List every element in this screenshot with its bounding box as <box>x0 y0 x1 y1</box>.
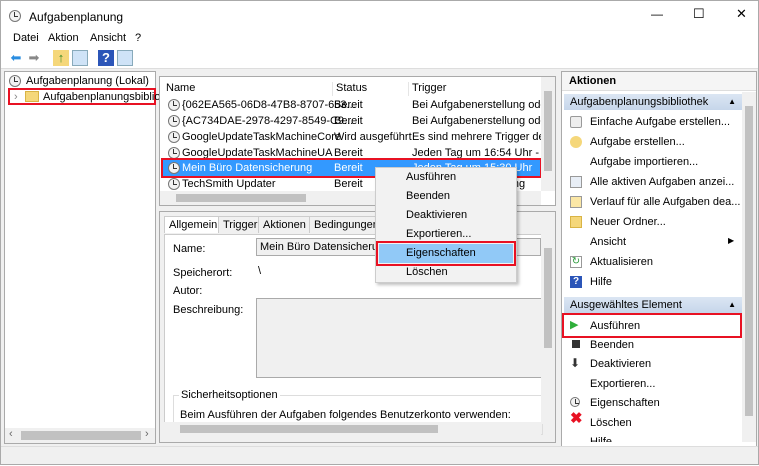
action-stop[interactable]: Beenden <box>590 335 634 355</box>
description-label: Beschreibung: <box>173 304 244 316</box>
folder-icon <box>25 91 39 102</box>
actions-vscrollbar[interactable] <box>742 92 756 442</box>
action-new-folder[interactable]: Neuer Ordner... <box>590 212 666 232</box>
properties-icon <box>570 397 580 407</box>
description-field[interactable] <box>256 298 543 378</box>
minimize-button[interactable]: — <box>651 7 663 21</box>
context-menu: Ausführen Beenden Deaktivieren Exportier… <box>375 167 517 283</box>
list-vscrollbar[interactable] <box>541 77 555 191</box>
window-title: Aufgabenplanung <box>29 10 124 24</box>
action-refresh[interactable]: Aktualisieren <box>590 252 653 272</box>
details-vscrollbar[interactable] <box>541 234 555 424</box>
help-icon: ? <box>570 276 582 288</box>
task-icon <box>168 99 180 111</box>
context-stop[interactable]: Beenden <box>406 187 450 206</box>
action-create-basic-task[interactable]: Einfache Aufgabe erstellen... <box>590 112 730 132</box>
submenu-arrow-icon: ▶ <box>728 236 735 245</box>
running-tasks-icon <box>570 176 582 188</box>
create-task-icon <box>570 136 582 148</box>
tree-pane: Aufgabenplanung (Lokal) › Aufgabenplanun… <box>4 71 164 444</box>
folder-up-icon[interactable]: ↑ <box>53 50 69 66</box>
selected-actions: ▶ Ausführen Beenden ⬇ Deaktivieren Exporti… <box>562 316 742 466</box>
column-trigger[interactable]: Trigger <box>408 82 446 96</box>
toolbar: ⬅ ➡ ↑ ? <box>1 47 758 69</box>
details-hscrollbar[interactable] <box>164 422 541 436</box>
collapse-icon[interactable]: ▲ <box>728 94 736 110</box>
clock-icon <box>9 75 21 87</box>
table-row[interactable]: {AC734DAE-2978-4297-8549-C9... Bereit Bei … <box>166 113 546 129</box>
table-row[interactable]: GoogleUpdateTaskMachineCore Wird ausgefüh… <box>166 129 546 145</box>
expand-chevron-icon[interactable]: › <box>14 91 18 103</box>
task-icon <box>168 115 180 127</box>
security-text: Beim Ausführen der Aufgaben folgendes Be… <box>180 409 511 421</box>
action-view[interactable]: Ansicht <box>590 232 626 252</box>
location-label: Speicherort: <box>173 267 233 279</box>
action-export[interactable]: Exportieren... <box>590 374 655 394</box>
collapse-icon[interactable]: ▲ <box>728 297 736 313</box>
tree-library[interactable]: Aufgabenplanungsbibliot <box>43 91 164 103</box>
section-library-label: Aufgabenplanungsbibliothek <box>570 96 709 108</box>
tab-bedingungen[interactable]: Bedingungen <box>309 216 384 233</box>
basic-task-icon <box>570 116 582 128</box>
section-selected-label: Ausgewähltes Element <box>570 299 682 311</box>
column-name[interactable]: Name <box>166 82 195 94</box>
tree-hscrollbar[interactable]: ‹ › <box>5 428 155 443</box>
refresh-icon: ↻ <box>570 256 582 268</box>
menu-datei[interactable]: Datei <box>13 32 39 44</box>
help-icon[interactable]: ? <box>98 50 114 66</box>
author-label: Autor: <box>173 285 203 297</box>
name-value: Mein Büro Datensicherung <box>260 241 391 253</box>
show-hide-tree-icon[interactable] <box>72 50 88 66</box>
location-value: \ <box>258 265 262 277</box>
actions-title: Aktionen <box>562 72 756 91</box>
action-create-task[interactable]: Aufgabe erstellen... <box>590 132 685 152</box>
disable-arrow-icon: ⬇ <box>570 356 581 370</box>
action-disable-history[interactable]: Verlauf für alle Aufgaben dea... <box>590 192 740 212</box>
maximize-button[interactable]: ☐ <box>693 6 705 22</box>
task-icon <box>168 178 180 190</box>
tab-aktionen[interactable]: Aktionen <box>258 216 311 233</box>
forward-arrow-icon[interactable]: ➡ <box>26 50 42 66</box>
action-show-running[interactable]: Alle aktiven Aufgaben anzei... <box>590 172 734 192</box>
section-library[interactable]: Aufgabenplanungsbibliothek ▲ <box>564 94 742 110</box>
section-selected[interactable]: Ausgewähltes Element ▲ <box>564 297 742 313</box>
context-run[interactable]: Ausführen <box>406 168 456 187</box>
app-window: Aufgabenplanung — ☐ ✕ Datei Aktion Ansic… <box>0 0 759 465</box>
action-help[interactable]: Hilfe <box>590 272 612 292</box>
action-import-task[interactable]: Aufgabe importieren... <box>590 152 698 172</box>
column-status[interactable]: Status <box>332 82 367 96</box>
title-bar: Aufgabenplanung — ☐ ✕ <box>1 1 758 31</box>
actions-pane: Aktionen Aufgabenplanungsbibliothek ▲ Ein… <box>561 71 757 463</box>
close-button[interactable]: ✕ <box>736 6 747 22</box>
highlight-box <box>376 241 516 266</box>
status-bar <box>1 446 758 464</box>
history-icon <box>570 196 582 208</box>
new-folder-icon <box>570 216 582 228</box>
tab-trigger[interactable]: Trigger <box>218 216 263 233</box>
menu-aktion[interactable]: Aktion <box>48 32 79 44</box>
back-arrow-icon[interactable]: ⬅ <box>8 50 24 66</box>
show-action-pane-icon[interactable] <box>117 50 133 66</box>
task-icon <box>168 131 180 143</box>
action-delete[interactable]: Löschen <box>590 413 632 433</box>
table-row[interactable]: {062EA565-06D8-47B8-8707-653... Bereit Bei… <box>166 97 546 113</box>
action-properties[interactable]: Eigenschaften <box>590 393 660 413</box>
menu-help[interactable]: ? <box>135 32 141 44</box>
stop-icon <box>572 340 580 348</box>
tree-root[interactable]: Aufgabenplanung (Lokal) <box>26 75 149 87</box>
menu-bar: Datei Aktion Ansicht ? <box>1 31 758 47</box>
menu-ansicht[interactable]: Ansicht <box>90 32 126 44</box>
context-disable[interactable]: Deaktivieren <box>406 206 467 225</box>
action-help-2[interactable]: Hilfe <box>590 432 612 442</box>
delete-icon: ✖ <box>570 410 583 427</box>
action-disable[interactable]: Deaktivieren <box>590 354 651 374</box>
name-label: Name: <box>173 243 206 255</box>
clock-icon <box>9 10 21 22</box>
security-group-title: Sicherheitsoptionen <box>179 389 280 401</box>
tab-allgemein[interactable]: Allgemein <box>164 216 223 233</box>
highlight-box <box>562 313 742 338</box>
